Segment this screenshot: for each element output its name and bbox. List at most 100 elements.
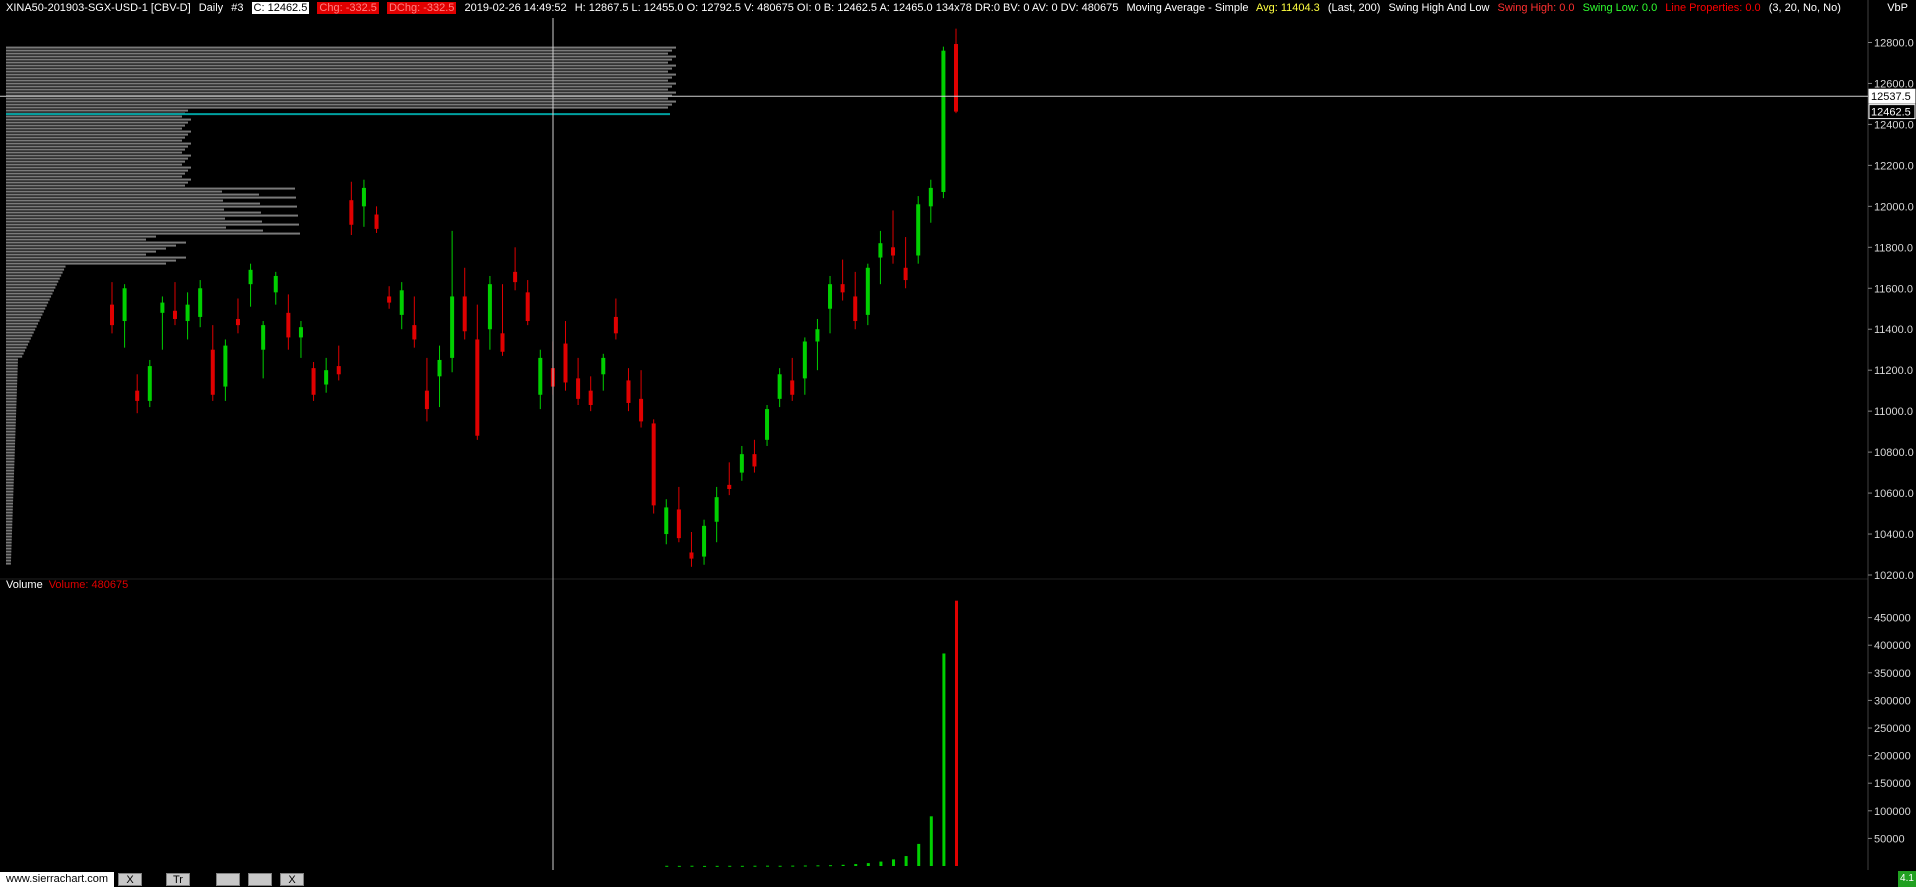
bar-datetime: 2019-02-26 14:49:52 bbox=[464, 2, 567, 14]
volume-bar bbox=[816, 865, 820, 867]
candle-body bbox=[172, 310, 177, 319]
volume-profile-bar bbox=[6, 118, 191, 121]
volume-profile-bar bbox=[6, 532, 12, 535]
volume-bar bbox=[955, 600, 958, 866]
candle-body bbox=[185, 304, 190, 322]
volume-bar bbox=[829, 865, 833, 867]
toolbar-tools-button[interactable]: Tr bbox=[166, 873, 190, 886]
volume-profile-bar bbox=[6, 448, 15, 451]
volume-profile-bar bbox=[6, 256, 186, 259]
volume-profile-bar bbox=[6, 445, 15, 448]
volume-profile-bar bbox=[6, 223, 299, 226]
volume-profile-bar bbox=[6, 160, 185, 163]
candle-body bbox=[349, 200, 354, 225]
candle-body bbox=[210, 349, 215, 395]
daily-change-value: DChg: -332.5 bbox=[386, 2, 457, 14]
candle-body bbox=[739, 454, 744, 473]
volume-profile-bar bbox=[6, 523, 13, 526]
volume-profile-bar bbox=[6, 172, 185, 175]
toolbar-close2-button[interactable]: X bbox=[280, 873, 304, 886]
volume-profile-bar bbox=[6, 169, 188, 172]
volume-profile-bar bbox=[6, 442, 16, 445]
volume-profile-bar bbox=[6, 133, 188, 136]
price-tick-label: 11600.0 bbox=[1874, 283, 1913, 295]
volume-profile-bar bbox=[6, 472, 15, 475]
volume-profile-bar bbox=[6, 340, 30, 343]
candle-body bbox=[324, 370, 329, 385]
volume-profile-bar bbox=[6, 535, 12, 538]
volume-profile-bar bbox=[6, 235, 156, 238]
volume-profile-bar bbox=[6, 241, 186, 244]
volume-bar bbox=[942, 653, 946, 866]
volume-profile-bar bbox=[6, 88, 668, 91]
volume-profile-bar bbox=[6, 394, 17, 397]
volume-profile-bar bbox=[6, 238, 146, 241]
volume-title: Volume bbox=[6, 579, 43, 591]
volume-bar bbox=[866, 863, 870, 866]
volume-bar bbox=[904, 856, 908, 866]
volume-profile-bar bbox=[6, 415, 17, 418]
volume-profile-bar bbox=[6, 70, 668, 73]
volume-profile-bar bbox=[6, 538, 12, 541]
volume-profile-bar bbox=[6, 436, 16, 439]
volume-profile-bar bbox=[6, 322, 39, 325]
volume-profile-bar bbox=[6, 82, 676, 85]
price-tick-label: 11400.0 bbox=[1874, 324, 1913, 336]
volume-bar bbox=[778, 865, 782, 867]
volume-profile-bar bbox=[6, 139, 182, 142]
volume-bar bbox=[690, 865, 694, 867]
candle-body bbox=[891, 247, 896, 256]
volume-profile-bar bbox=[6, 502, 13, 505]
volume-profile-bar bbox=[6, 544, 12, 547]
volume-profile-bar bbox=[6, 373, 18, 376]
volume-profile-bar bbox=[6, 553, 12, 556]
volume-profile-bar bbox=[6, 337, 31, 340]
symbol-label: XINA50-201903-SGX-USD-1 [CBV-D] bbox=[6, 2, 191, 14]
volume-profile-bar bbox=[6, 142, 191, 145]
volume-profile-bar bbox=[6, 511, 13, 514]
volume-profile-bar bbox=[6, 457, 15, 460]
chart-area[interactable]: 12800.0 12600.0 12400.0 12200.0 12000.0 11800… bbox=[0, 0, 1916, 887]
volume-profile-bar bbox=[6, 367, 18, 370]
swing-high: Swing High: 0.0 bbox=[1497, 2, 1575, 14]
price-tick-label: 12600.0 bbox=[1874, 78, 1914, 90]
volume-profile-bar bbox=[6, 304, 47, 307]
candle-body bbox=[223, 345, 228, 387]
candle-body bbox=[651, 423, 656, 506]
volume-bar bbox=[766, 865, 770, 867]
candle-body bbox=[815, 329, 820, 342]
volume-profile-bar bbox=[6, 295, 52, 298]
volume-tick-label: 350000 bbox=[1874, 668, 1911, 680]
price-tick-label: 12400.0 bbox=[1874, 119, 1914, 131]
volume-profile-bar bbox=[6, 103, 672, 106]
chart-header: XINA50-201903-SGX-USD-1 [CBV-D] Daily #3… bbox=[0, 0, 1870, 17]
volume-profile-bar bbox=[6, 556, 12, 559]
candle-body bbox=[865, 267, 870, 315]
swing-low: Swing Low: 0.0 bbox=[1582, 2, 1658, 14]
candle-body bbox=[450, 296, 455, 358]
volume-tick-label: 50000 bbox=[1874, 833, 1905, 845]
toolbar-restore-button[interactable] bbox=[248, 873, 272, 886]
candle-body bbox=[954, 44, 958, 112]
volume-profile-bar bbox=[6, 454, 15, 457]
candle-body bbox=[399, 290, 404, 315]
ma-params: (Last, 200) bbox=[1327, 2, 1381, 14]
candle-body bbox=[689, 552, 694, 559]
candle-body bbox=[160, 302, 165, 313]
volume-profile-bar bbox=[6, 370, 18, 373]
candle-body bbox=[261, 325, 266, 350]
candle-body bbox=[437, 359, 442, 377]
candle-body bbox=[387, 296, 392, 303]
volume-profile-bar bbox=[6, 250, 156, 253]
toolbar-close-button[interactable]: X bbox=[118, 873, 142, 886]
volume-profile-bar bbox=[6, 61, 668, 64]
toolbar-window-button[interactable] bbox=[216, 873, 240, 886]
candle-body bbox=[475, 339, 480, 436]
volume-profile-bar bbox=[6, 349, 26, 352]
volume-profile-bar bbox=[6, 430, 16, 433]
candle-body bbox=[235, 318, 240, 326]
volume-bar bbox=[740, 865, 744, 867]
volume-profile-bar bbox=[6, 355, 23, 358]
price-tick-label: 11800.0 bbox=[1874, 242, 1913, 254]
site-link[interactable]: www.sierrachart.com bbox=[0, 872, 115, 887]
